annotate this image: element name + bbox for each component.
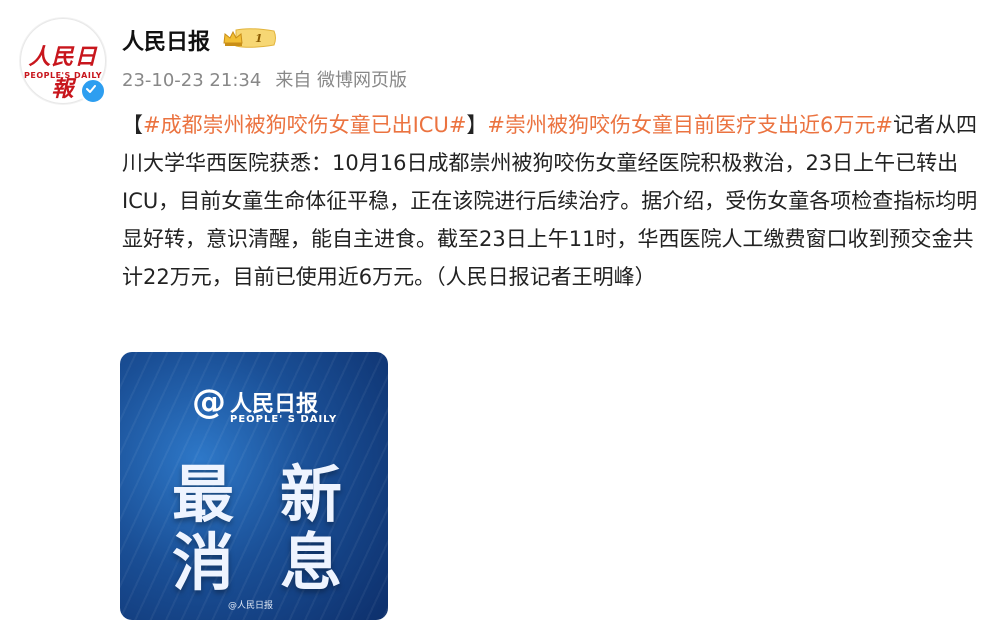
post-timestamp[interactable]: 23-10-23 21:34	[122, 70, 261, 91]
member-badge-level: 1	[255, 32, 263, 45]
topic-link-2[interactable]: #崇州被狗咬伤女童目前医疗支出近6万元#	[487, 113, 893, 137]
post-source: 来自 微博网页版	[275, 70, 408, 91]
image-brand-subtext: PEOPLE' S DAILY	[230, 414, 338, 425]
topic-link-1[interactable]: #成都崇州被狗咬伤女童已出ICU#	[143, 113, 466, 137]
account-name[interactable]: 人民日报	[122, 24, 210, 56]
post-body: 记者从四川大学华西医院获悉：10月16日成都崇州被狗咬伤女童经医院积极救治，23…	[122, 113, 978, 289]
bracket-open: 【	[122, 113, 143, 137]
image-headline-row-2: 消 息	[172, 512, 342, 602]
bracket-close: 】	[466, 113, 488, 137]
news-image[interactable]: @ 人民日报 PEOPLE' S DAILY 最 新 消 息 @人民日报	[120, 352, 388, 620]
post-meta: 23-10-23 21:34 来自 微博网页版	[122, 66, 421, 92]
post-text: 【#成都崇州被狗咬伤女童已出ICU#】#崇州被狗咬伤女童目前医疗支出近6万元#记…	[122, 106, 982, 296]
image-watermark: @人民日报	[228, 601, 274, 611]
verified-icon	[80, 78, 106, 104]
image-headline-char: 消	[172, 526, 235, 599]
image-headline-char: 息	[279, 526, 342, 599]
member-badge[interactable]: 1	[222, 27, 278, 53]
image-at-symbol: @	[192, 382, 226, 422]
